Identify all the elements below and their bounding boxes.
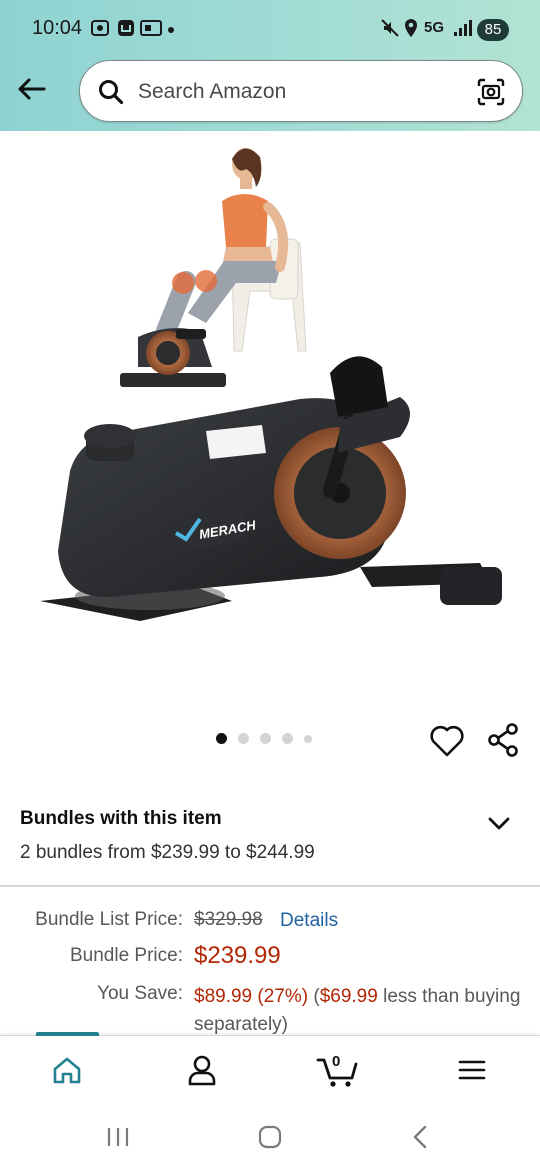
divider xyxy=(0,776,540,777)
nav-profile[interactable] xyxy=(182,1052,222,1088)
search-input[interactable] xyxy=(138,75,458,109)
menu-icon xyxy=(458,1060,486,1080)
list-price-value: $329.98 xyxy=(194,909,263,930)
search-bar[interactable] xyxy=(79,60,523,122)
image-carousel-dots[interactable] xyxy=(216,733,312,744)
product-photo: MERACH xyxy=(40,148,502,621)
carousel-dot[interactable] xyxy=(260,733,271,744)
carousel-dot[interactable] xyxy=(238,733,249,744)
notification-dot xyxy=(168,27,174,33)
bundles-subtitle: 2 bundles from $239.99 to $244.99 xyxy=(20,842,315,863)
heart-icon xyxy=(430,725,464,757)
you-save-label: You Save: xyxy=(97,983,183,1004)
back-button[interactable] xyxy=(12,72,50,106)
share-icon xyxy=(488,723,518,757)
wishlist-button[interactable] xyxy=(429,724,465,758)
product-image[interactable]: MERACH xyxy=(0,131,540,721)
details-link[interactable]: Details xyxy=(280,910,338,932)
bundle-price-label: Bundle Price: xyxy=(69,945,183,966)
home-system-button[interactable] xyxy=(255,1123,285,1151)
divider xyxy=(0,885,540,887)
mute-icon xyxy=(381,19,399,37)
location-icon xyxy=(405,19,417,37)
header: 10:04 5G 85 xyxy=(0,0,540,131)
recent-apps-button[interactable] xyxy=(103,1123,133,1151)
network-label: 5G xyxy=(424,19,445,36)
carousel-dot[interactable] xyxy=(216,733,227,744)
share-button[interactable] xyxy=(486,722,522,758)
recent-apps-icon xyxy=(107,1128,129,1146)
status-time: 10:04 xyxy=(32,17,83,39)
back-arrow-icon xyxy=(18,78,46,100)
person-on-chair-illustration xyxy=(120,148,307,387)
active-tab-indicator xyxy=(36,1032,99,1036)
nav-menu[interactable] xyxy=(452,1052,492,1088)
under-desk-bike-illustration: MERACH xyxy=(40,356,502,621)
you-save-value: $89.99 (27%) ($69.99 less than buying se… xyxy=(194,983,524,1039)
bundles-section[interactable]: Bundles with this item 2 bundles from $2… xyxy=(0,790,540,886)
system-navigation-bar xyxy=(0,1103,540,1170)
screenshot-icon xyxy=(91,20,109,36)
home-circle-icon xyxy=(258,1125,282,1149)
cart-count: 0 xyxy=(332,1053,341,1070)
chevron-left-icon xyxy=(413,1125,427,1149)
app-notification-icon xyxy=(140,20,162,36)
nav-cart[interactable]: 0 xyxy=(316,1052,360,1088)
search-icon xyxy=(99,80,124,105)
save-amount: $89.99 (27%) xyxy=(194,986,309,1007)
list-price-label: Bundle List Price: xyxy=(35,909,183,930)
chevron-down-icon[interactable] xyxy=(486,814,512,832)
home-icon xyxy=(53,1057,81,1084)
carousel-dot[interactable] xyxy=(304,734,312,743)
bottom-navigation: 0 xyxy=(0,1032,540,1103)
signal-icon xyxy=(454,20,472,36)
status-bar: 10:04 5G 85 xyxy=(0,0,540,58)
carousel-dot[interactable] xyxy=(282,733,293,744)
bundle-price-value: $239.99 xyxy=(194,942,281,969)
shield-app-icon xyxy=(118,20,134,36)
bundles-title: Bundles with this item xyxy=(20,808,222,829)
camera-scan-icon[interactable] xyxy=(476,77,506,107)
profile-icon xyxy=(188,1055,216,1086)
nav-home[interactable] xyxy=(47,1052,87,1088)
separate-amount: $69.99 xyxy=(319,986,378,1007)
battery-badge: 85 xyxy=(477,19,509,41)
system-back-button[interactable] xyxy=(406,1123,436,1151)
